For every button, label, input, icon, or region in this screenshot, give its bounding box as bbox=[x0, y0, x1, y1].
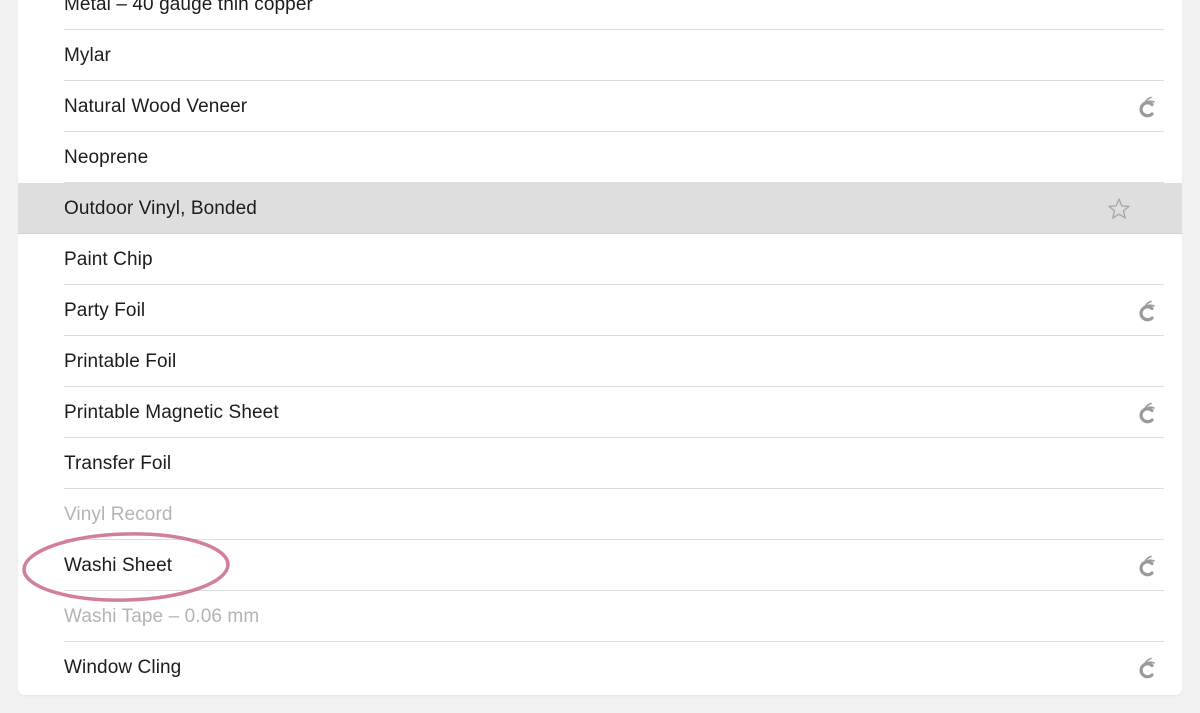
material-label: Party Foil bbox=[64, 300, 146, 321]
material-row-mylar[interactable]: Mylar bbox=[18, 30, 1182, 81]
material-label: Natural Wood Veneer bbox=[64, 96, 248, 117]
material-label: Mylar bbox=[64, 45, 111, 66]
material-label: Window Cling bbox=[64, 657, 182, 678]
cricut-c-icon bbox=[1134, 94, 1160, 120]
material-list-panel: Metal – 40 gauge thin copper Mylar Natural… bbox=[18, 0, 1182, 695]
material-label: Printable Foil bbox=[64, 351, 177, 372]
star-outline-icon[interactable] bbox=[1106, 196, 1132, 222]
material-row-printable-foil[interactable]: Printable Foil bbox=[18, 336, 1182, 387]
material-list: Metal – 40 gauge thin copper Mylar Natural… bbox=[18, 0, 1182, 693]
material-label: Washi Sheet bbox=[64, 555, 173, 576]
material-row-party-foil[interactable]: Party Foil bbox=[18, 285, 1182, 336]
cricut-c-icon bbox=[1134, 298, 1160, 324]
material-row-transfer-foil[interactable]: Transfer Foil bbox=[18, 438, 1182, 489]
material-row-metal-40-gauge-thin-copper[interactable]: Metal – 40 gauge thin copper bbox=[18, 0, 1182, 30]
material-row-window-cling[interactable]: Window Cling bbox=[18, 642, 1182, 693]
material-row-washi-tape-0-06-mm: Washi Tape – 0.06 mm bbox=[18, 591, 1182, 642]
cricut-c-icon bbox=[1134, 400, 1160, 426]
material-label: Metal – 40 gauge thin copper bbox=[64, 0, 313, 15]
material-label: Vinyl Record bbox=[64, 504, 173, 525]
material-row-washi-sheet[interactable]: Washi Sheet bbox=[18, 540, 1182, 591]
material-label: Paint Chip bbox=[64, 249, 153, 270]
material-row-printable-magnetic-sheet[interactable]: Printable Magnetic Sheet bbox=[18, 387, 1182, 438]
material-row-vinyl-record: Vinyl Record bbox=[18, 489, 1182, 540]
material-label: Outdoor Vinyl, Bonded bbox=[64, 198, 257, 219]
material-label: Printable Magnetic Sheet bbox=[64, 402, 279, 423]
material-row-paint-chip[interactable]: Paint Chip bbox=[18, 234, 1182, 285]
material-row-natural-wood-veneer[interactable]: Natural Wood Veneer bbox=[18, 81, 1182, 132]
material-row-neoprene[interactable]: Neoprene bbox=[18, 132, 1182, 183]
material-label: Transfer Foil bbox=[64, 453, 172, 474]
material-row-outdoor-vinyl-bonded[interactable]: Outdoor Vinyl, Bonded bbox=[18, 183, 1182, 234]
material-label: Neoprene bbox=[64, 147, 149, 168]
cricut-c-icon bbox=[1134, 553, 1160, 579]
material-label: Washi Tape – 0.06 mm bbox=[64, 606, 260, 627]
cricut-c-icon bbox=[1134, 655, 1160, 681]
